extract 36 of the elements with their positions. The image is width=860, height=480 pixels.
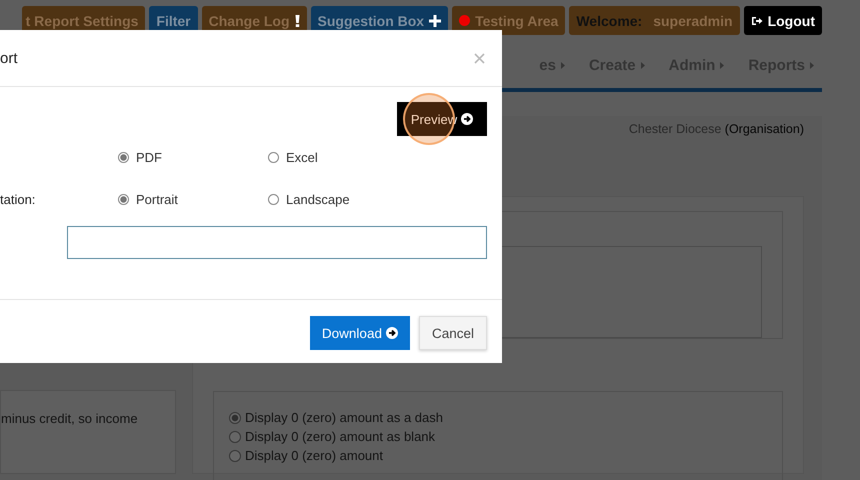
info-text: minus credit, so income [1,411,138,426]
nav-button[interactable]: Welcome: superadmin [569,6,740,35]
download-button[interactable]: Download [310,316,410,350]
radio-option[interactable]: PDF [118,150,268,164]
radio-button[interactable] [229,412,241,424]
organisation-type: (Organisation) [724,122,804,136]
radio-option[interactable]: Excel [268,150,418,164]
plus-icon [429,14,442,26]
dot-icon [459,15,470,26]
close-button[interactable] [472,50,487,66]
radio-button[interactable] [118,194,129,204]
cancel-button[interactable]: Cancel [418,316,487,350]
exclamation-icon [294,14,300,26]
radio-option[interactable]: Portrait [118,192,268,206]
radio-option[interactable]: Display 0 (zero) amount as a dash [229,410,767,425]
caret-icon [810,62,814,68]
input-field[interactable] [67,226,487,259]
radio-button[interactable] [229,430,241,442]
radio-option[interactable]: Display 0 (zero) amount as blank [229,429,767,444]
caret-icon [560,62,565,68]
field-label: tation: [0,192,36,206]
caret-icon [720,62,724,68]
nav-button[interactable]: Testing Area [452,6,566,35]
radio-button[interactable] [229,450,241,462]
arrow-right-icon [386,327,398,339]
radio-button[interactable] [268,194,279,204]
dialog-title: ort [0,50,18,66]
radio-button[interactable] [268,152,279,162]
caret-icon [640,62,645,68]
nav-button[interactable]: Logout [744,6,822,35]
radio-option[interactable]: Landscape [268,192,418,206]
close-icon [474,52,485,64]
radio-option[interactable]: Display 0 (zero) amount [229,448,767,463]
radio-button[interactable] [118,152,129,162]
arrow-right-icon [461,113,474,125]
logout-icon [750,14,763,26]
